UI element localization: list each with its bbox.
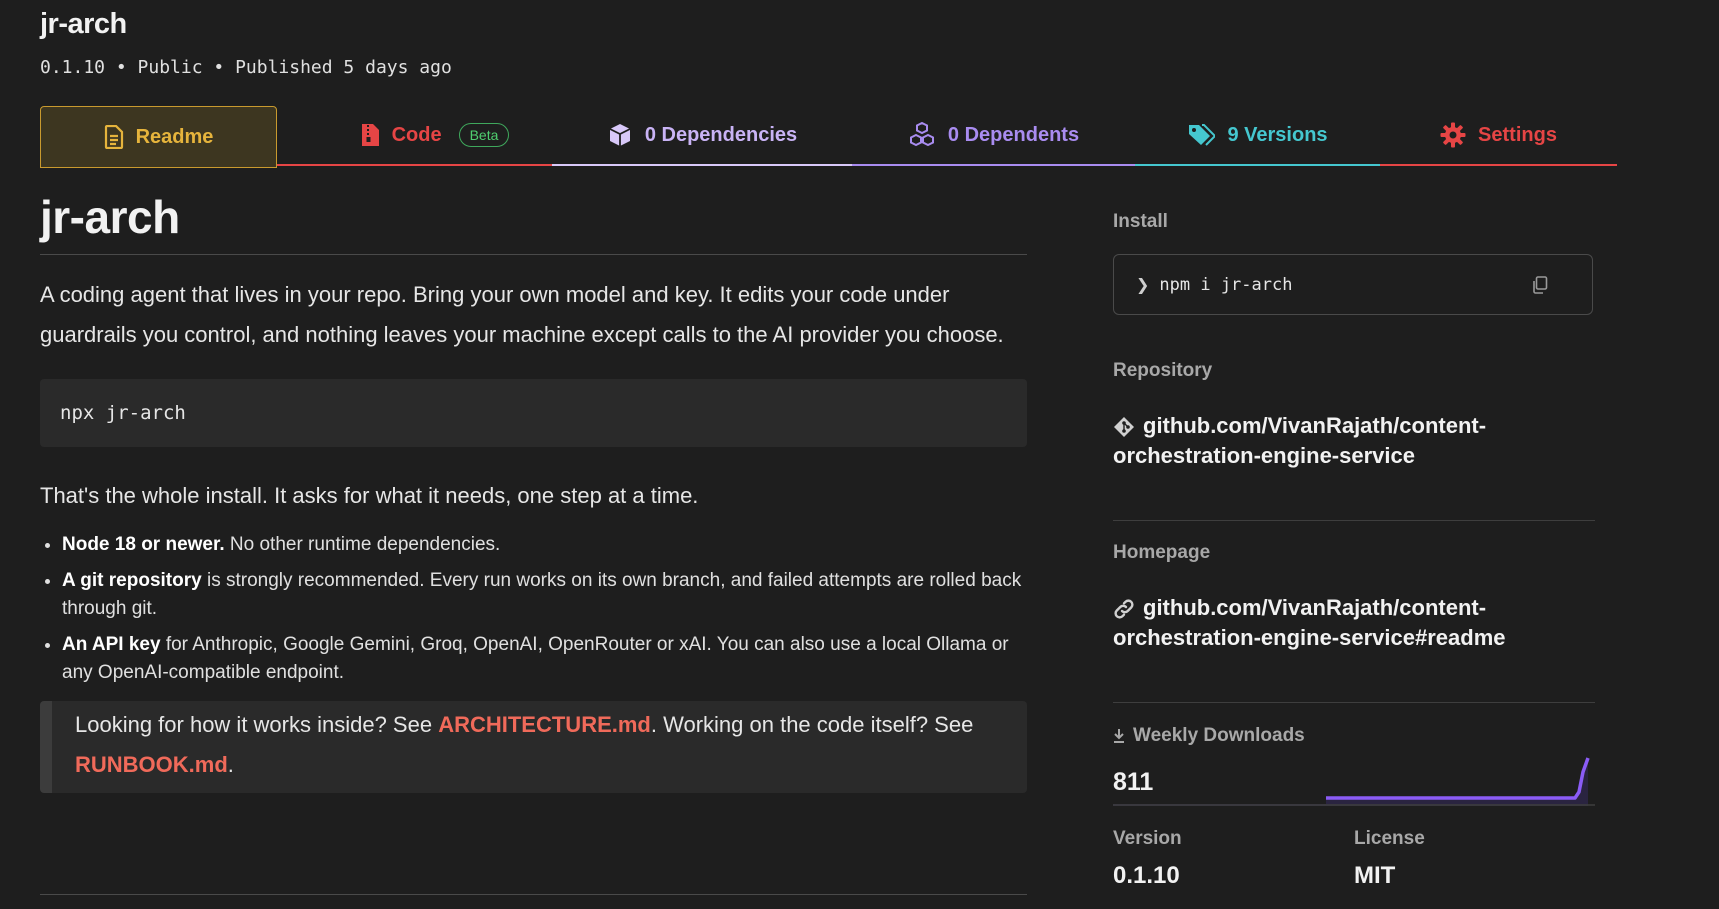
homepage-url: github.com/VivanRajath/content-orchestra…	[1113, 595, 1506, 650]
install-note: That's the whole install. It asks for wh…	[40, 483, 699, 508]
document-icon	[104, 125, 124, 149]
tab-readme[interactable]: Readme	[40, 106, 277, 168]
install-label: Install	[1113, 211, 1168, 232]
download-icon	[1113, 728, 1125, 744]
list-item: Node 18 or newer. No other runtime depen…	[62, 531, 1027, 559]
divider	[1113, 520, 1595, 521]
link-icon	[1113, 598, 1135, 620]
install-command: npm i jr-arch	[1159, 274, 1293, 295]
package-title: jr-arch	[40, 8, 127, 40]
tab-dependents[interactable]: 0 Dependents	[852, 106, 1135, 166]
architecture-link[interactable]: ARCHITECTURE.md	[438, 712, 651, 737]
divider	[40, 894, 1027, 895]
tab-code[interactable]: Code Beta	[277, 106, 592, 166]
readme-title: jr-arch	[40, 190, 1027, 255]
version-stat: Version 0.1.10	[1113, 828, 1353, 890]
package-tabs: Readme Code Beta 0 Dependencies 0 Depend…	[40, 106, 1617, 168]
repository-link[interactable]: github.com/VivanRajath/content-orchestra…	[1113, 411, 1595, 471]
tab-dependencies[interactable]: 0 Dependencies	[552, 106, 852, 166]
readme-content: jr-arch A coding agent that lives in you…	[40, 190, 1027, 793]
license-label: License	[1354, 828, 1425, 849]
copy-icon[interactable]	[1532, 275, 1548, 294]
list-item: A git repository is strongly recommended…	[62, 567, 1027, 623]
version-value: 0.1.10	[1113, 862, 1180, 889]
tab-dependencies-label: 0 Dependencies	[644, 123, 798, 146]
zip-file-icon	[360, 123, 380, 147]
tab-settings[interactable]: Settings	[1380, 106, 1617, 166]
weekly-downloads-label: Weekly Downloads	[1133, 725, 1305, 746]
sparkline-line	[1326, 757, 1590, 800]
gear-icon	[1440, 122, 1466, 148]
git-icon	[1113, 416, 1135, 438]
requirements-list: Node 18 or newer. No other runtime depen…	[40, 531, 1027, 687]
tab-settings-label: Settings	[1478, 123, 1557, 146]
beta-badge: Beta	[458, 123, 510, 147]
weekly-downloads-header: Weekly Downloads	[1113, 725, 1595, 747]
version-label: Version	[1113, 828, 1182, 849]
downloads-sparkline	[1113, 757, 1595, 806]
readme-lead: A coding agent that lives in your repo. …	[40, 282, 1004, 347]
tab-versions[interactable]: 9 Versions	[1135, 106, 1380, 166]
tab-readme-label: Readme	[135, 125, 214, 148]
tags-icon	[1187, 123, 1216, 147]
repository-label: Repository	[1113, 360, 1213, 381]
license-stat: License MIT	[1354, 828, 1594, 890]
tab-versions-label: 9 Versions	[1227, 123, 1328, 146]
runbook-link[interactable]: RUNBOOK.md	[75, 752, 228, 777]
divider	[1113, 702, 1595, 703]
tab-dependents-label: 0 Dependents	[947, 123, 1080, 146]
homepage-link[interactable]: github.com/VivanRajath/content-orchestra…	[1113, 593, 1595, 653]
repository-url: github.com/VivanRajath/content-orchestra…	[1113, 413, 1487, 468]
box-icon	[607, 122, 633, 148]
prompt-chevron-icon: ❯	[1136, 276, 1150, 294]
homepage-label: Homepage	[1113, 542, 1211, 563]
callout-blockquote: Looking for how it works inside? See ARC…	[40, 701, 1027, 793]
code-block-text: npx jr-arch	[60, 402, 186, 424]
license-value: MIT	[1354, 862, 1396, 889]
list-item: An API key for Anthropic, Google Gemini,…	[62, 631, 1027, 687]
code-block[interactable]: npx jr-arch	[40, 379, 1027, 447]
tab-code-label: Code	[391, 123, 442, 146]
boxes-icon	[908, 122, 936, 148]
install-command-box[interactable]: ❯ npm i jr-arch	[1113, 254, 1593, 315]
package-meta: 0.1.10 • Public • Published 5 days ago	[40, 57, 452, 78]
